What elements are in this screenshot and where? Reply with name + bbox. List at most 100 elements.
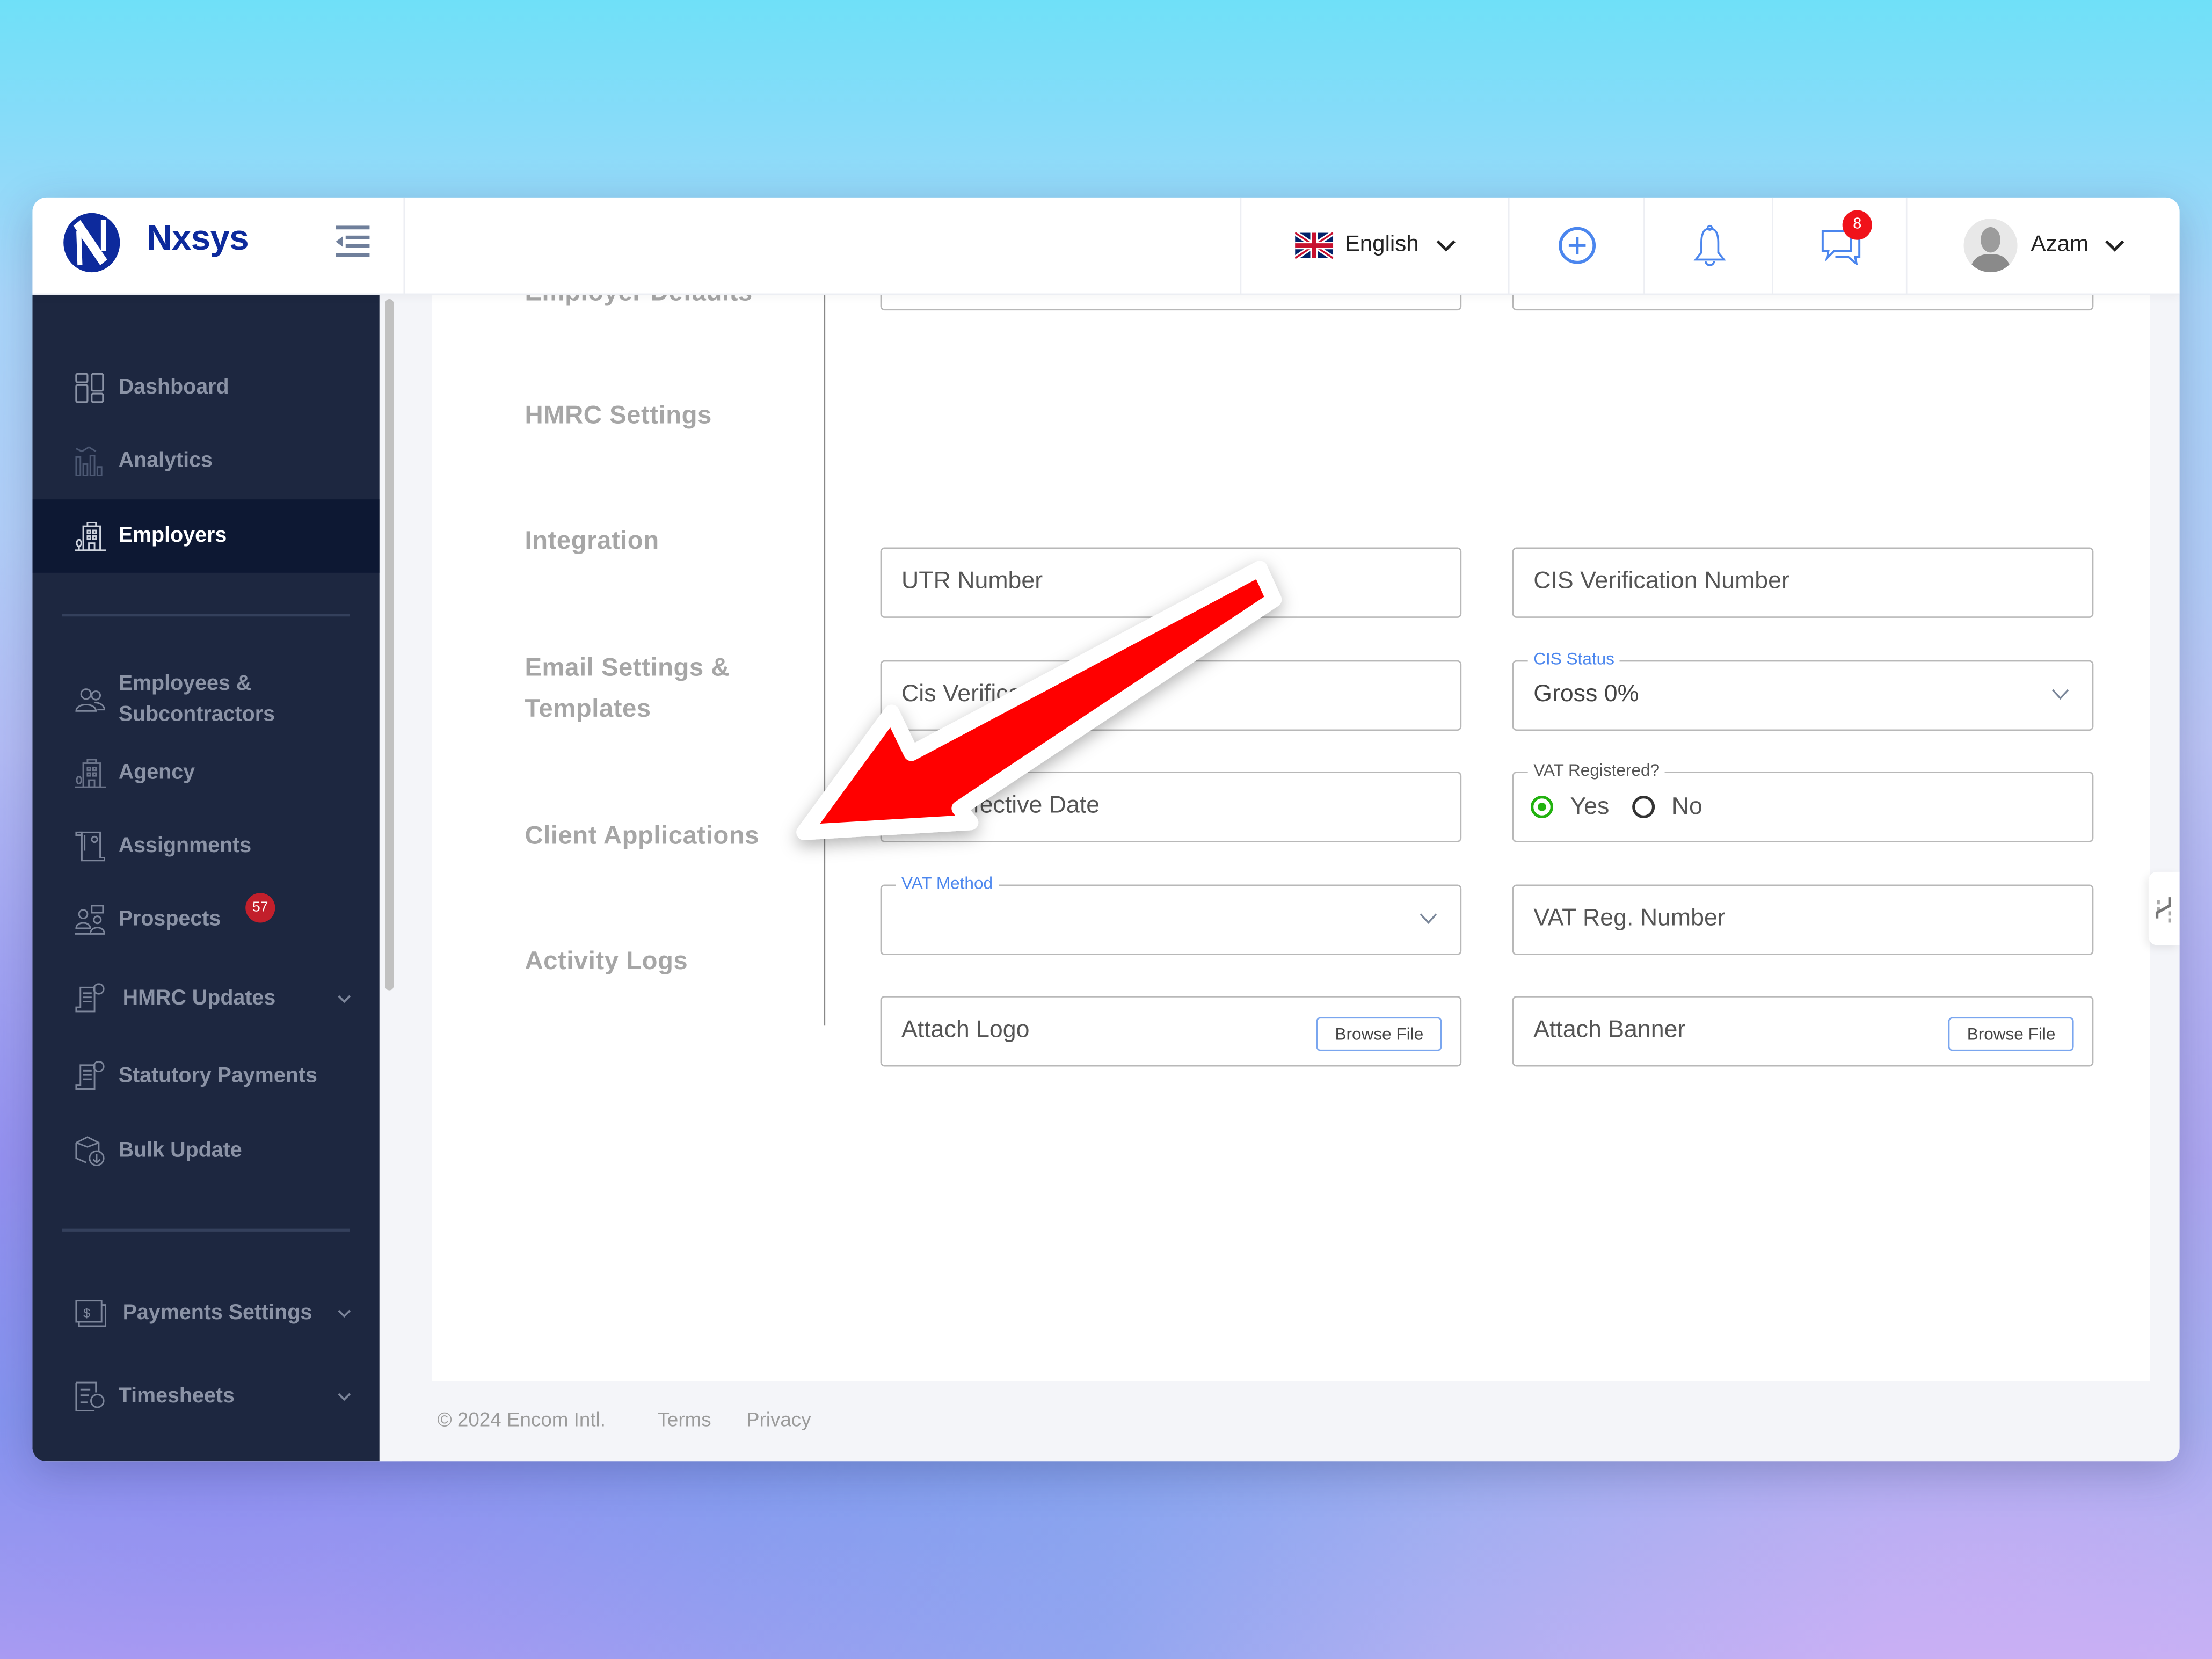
sidebar-item-analytics[interactable]: Analytics [32, 425, 379, 498]
app-window: Nxsys English 8 Azam Dashboard Analytics… [32, 197, 2180, 1462]
user-menu[interactable]: Azam [1905, 197, 2180, 294]
section-activity-logs[interactable]: Activity Logs [525, 941, 688, 982]
cis-verification-date-input[interactable]: Cis Verification Date [880, 660, 1462, 731]
sidebar-item-label: Prospects [118, 907, 221, 932]
vat-registered-radio-group: VAT Registered? Yes No [1512, 760, 2094, 842]
brand-name: Nxsys [147, 219, 249, 258]
user-name: Azam [2031, 232, 2089, 257]
sidebar-item-agency[interactable]: Agency [32, 737, 379, 810]
placeholder: VAT Reg. Number [1533, 904, 1726, 932]
avatar [1963, 219, 2017, 273]
analytics-icon [75, 446, 103, 476]
sidebar-item-label: Payments Settings [122, 1300, 312, 1325]
sidebar-item-label: Bulk Update [118, 1138, 242, 1163]
sidebar-divider [62, 614, 350, 617]
section-email-settings[interactable]: Email Settings & Templates [525, 647, 730, 729]
placeholder: CIS Verification Number [1533, 567, 1789, 594]
prospects-icon [75, 905, 105, 935]
vat-effective-date-input[interactable]: VAT Effective Date [880, 772, 1462, 842]
employer-settings-card: Employer Defaults HMRC Settings Integrat… [432, 239, 2150, 1381]
collapse-sidebar-icon[interactable] [333, 223, 373, 259]
browse-logo-button[interactable]: Browse File [1316, 1017, 1442, 1051]
box-download-icon [75, 1136, 105, 1166]
privacy-link[interactable]: Privacy [746, 1408, 811, 1430]
sidebar-item-employers[interactable]: Employers [32, 499, 380, 573]
sidebar-item-hmrc-updates[interactable]: HMRC Updates [32, 962, 379, 1036]
side-panel-toggle[interactable] [2148, 871, 2180, 945]
field-label: VAT Registered? [1527, 760, 1665, 781]
chevron-down-icon [338, 1309, 351, 1318]
sidebar-item-label: Dashboard [118, 375, 229, 399]
timesheet-icon [75, 1381, 105, 1412]
field-label: CIS Status [1527, 649, 1620, 669]
placeholder: Cis Verification Date [901, 680, 1118, 707]
cis-verification-number-input[interactable]: CIS Verification Number [1512, 547, 2094, 618]
chevron-down-icon [2051, 689, 2069, 700]
chevron-down-icon [1436, 240, 1456, 252]
plus-circle-icon [1559, 227, 1596, 264]
browse-banner-button[interactable]: Browse File [1948, 1017, 2074, 1051]
sidebar-item-payments-settings[interactable]: $ Payments Settings [32, 1277, 379, 1350]
section-integration[interactable]: Integration [525, 521, 659, 562]
sidebar-item-label: Analytics [118, 448, 213, 473]
radio-label: Yes [1570, 792, 1610, 820]
vat-method-select[interactable]: VAT Method [880, 873, 1462, 955]
vat-registered-no-radio[interactable] [1632, 795, 1655, 819]
placeholder: VAT Effective Date [901, 791, 1100, 819]
svg-text:$: $ [83, 1307, 90, 1321]
scrollbar-thumb[interactable] [385, 299, 394, 991]
nxsys-logo-icon [63, 213, 120, 273]
uk-flag-icon [1295, 230, 1334, 260]
attach-banner-field: Attach Banner Browse File [1512, 996, 2094, 1067]
sidebar-item-label: Assignments [118, 833, 252, 858]
sidebar: Dashboard Analytics Employers Employees … [32, 293, 380, 1462]
sidebar-scrollbar[interactable] [379, 293, 402, 1462]
messages-button[interactable]: 8 [1772, 197, 1907, 294]
placeholder: UTR Number [901, 567, 1043, 594]
cis-status-select[interactable]: CIS Status Gross 0% [1512, 649, 2094, 731]
sidebar-item-dashboard[interactable]: Dashboard [32, 351, 379, 425]
language-label: English [1344, 232, 1419, 257]
copyright: © 2024 Encom Intl. [437, 1408, 606, 1431]
invoice-icon [75, 983, 105, 1013]
selected-value: Gross 0% [1533, 680, 1639, 707]
vat-reg-number-input[interactable]: VAT Reg. Number [1512, 884, 2094, 955]
users-icon [75, 688, 105, 712]
sidebar-item-label: HMRC Updates [122, 986, 276, 1010]
add-button[interactable] [1508, 197, 1645, 294]
section-hmrc-settings[interactable]: HMRC Settings [525, 395, 711, 436]
section-label: Templates [525, 694, 651, 723]
language-selector[interactable]: English [1240, 197, 1510, 294]
brand: Nxsys [32, 197, 405, 294]
section-nav-divider [824, 293, 826, 1026]
utr-number-input[interactable]: UTR Number [880, 547, 1462, 618]
sidebar-item-statutory-payments[interactable]: Statutory Payments [32, 1040, 379, 1114]
chevron-down-icon [2106, 240, 2125, 252]
field-label: Attach Banner [1533, 1015, 1686, 1043]
notifications-button[interactable] [1643, 197, 1773, 294]
radio-label: No [1671, 792, 1702, 820]
sidebar-item-prospects[interactable]: Prospects 57 [32, 883, 379, 957]
building-icon [75, 522, 106, 551]
attach-logo-field: Attach Logo Browse File [880, 996, 1462, 1067]
prospects-count-badge: 57 [245, 893, 275, 923]
sidebar-item-label: Timesheets [118, 1384, 235, 1408]
vat-registered-yes-radio[interactable] [1530, 795, 1553, 819]
invoice-icon [75, 1060, 105, 1090]
field-label: Attach Logo [901, 1015, 1030, 1043]
sidebar-item-assignments[interactable]: Assignments [32, 810, 379, 883]
sidebar-item-bulk-update[interactable]: Bulk Update [32, 1115, 379, 1188]
sidebar-item-employees-subcontractors[interactable]: Employees & Subcontractors [32, 663, 379, 737]
terms-link[interactable]: Terms [657, 1408, 711, 1430]
sidebar-item-label: Agency [118, 760, 195, 784]
sidebar-item-timesheets[interactable]: Timesheets [32, 1360, 379, 1434]
section-client-applications[interactable]: Client Applications [525, 816, 759, 856]
bell-icon [1693, 224, 1726, 266]
user-avatar-icon [1963, 219, 2017, 273]
customizer-icon [2155, 897, 2171, 923]
sidebar-item-label: Employees & Subcontractors [118, 671, 275, 727]
dashboard-icon [75, 373, 104, 403]
sidebar-divider [62, 1228, 350, 1232]
sidebar-item-label: Employers [118, 523, 227, 548]
top-header: Nxsys English 8 Azam [32, 197, 2180, 295]
